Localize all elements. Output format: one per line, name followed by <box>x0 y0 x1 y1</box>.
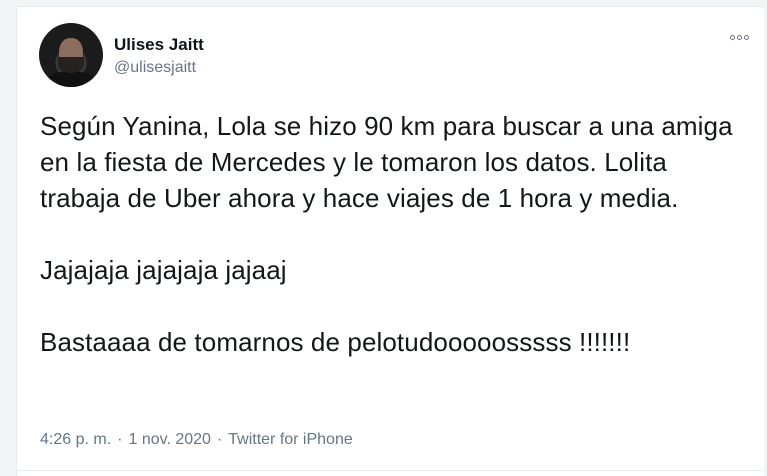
tweet-card: Ulises Jaitt @ulisesjaitt Según Yanina, … <box>16 6 764 476</box>
divider <box>17 470 764 471</box>
more-icon[interactable] <box>730 31 752 43</box>
more-dot <box>737 34 742 40</box>
tweet-paragraph: Según Yanina, Lola se hizo 90 km para bu… <box>40 111 733 213</box>
more-dot <box>744 34 749 40</box>
tweet-source[interactable]: Twitter for iPhone <box>228 431 353 448</box>
tweet-paragraph: Bastaaaa de tomarnos de pelotudooooossss… <box>40 327 631 357</box>
more-dot <box>730 34 735 40</box>
tweet-date[interactable]: 1 nov. 2020 <box>128 431 210 448</box>
tweet-paragraph: Jajajaja jajajaja jajaaj <box>40 255 287 285</box>
avatar[interactable] <box>39 23 103 87</box>
author-handle[interactable]: @ulisesjaitt <box>114 59 196 77</box>
meta-separator: · <box>216 431 223 448</box>
tweet-text: Según Yanina, Lola se hizo 90 km para bu… <box>40 108 740 360</box>
tweet-time[interactable]: 4:26 p. m. <box>40 431 111 448</box>
author-display-name[interactable]: Ulises Jaitt <box>114 35 204 55</box>
meta-separator: · <box>117 431 123 448</box>
avatar-beard <box>58 57 84 73</box>
tweet-meta: 4:26 p. m. · 1 nov. 2020 · Twitter for iPhon… <box>40 431 353 449</box>
avatar-shoulders <box>45 71 97 87</box>
